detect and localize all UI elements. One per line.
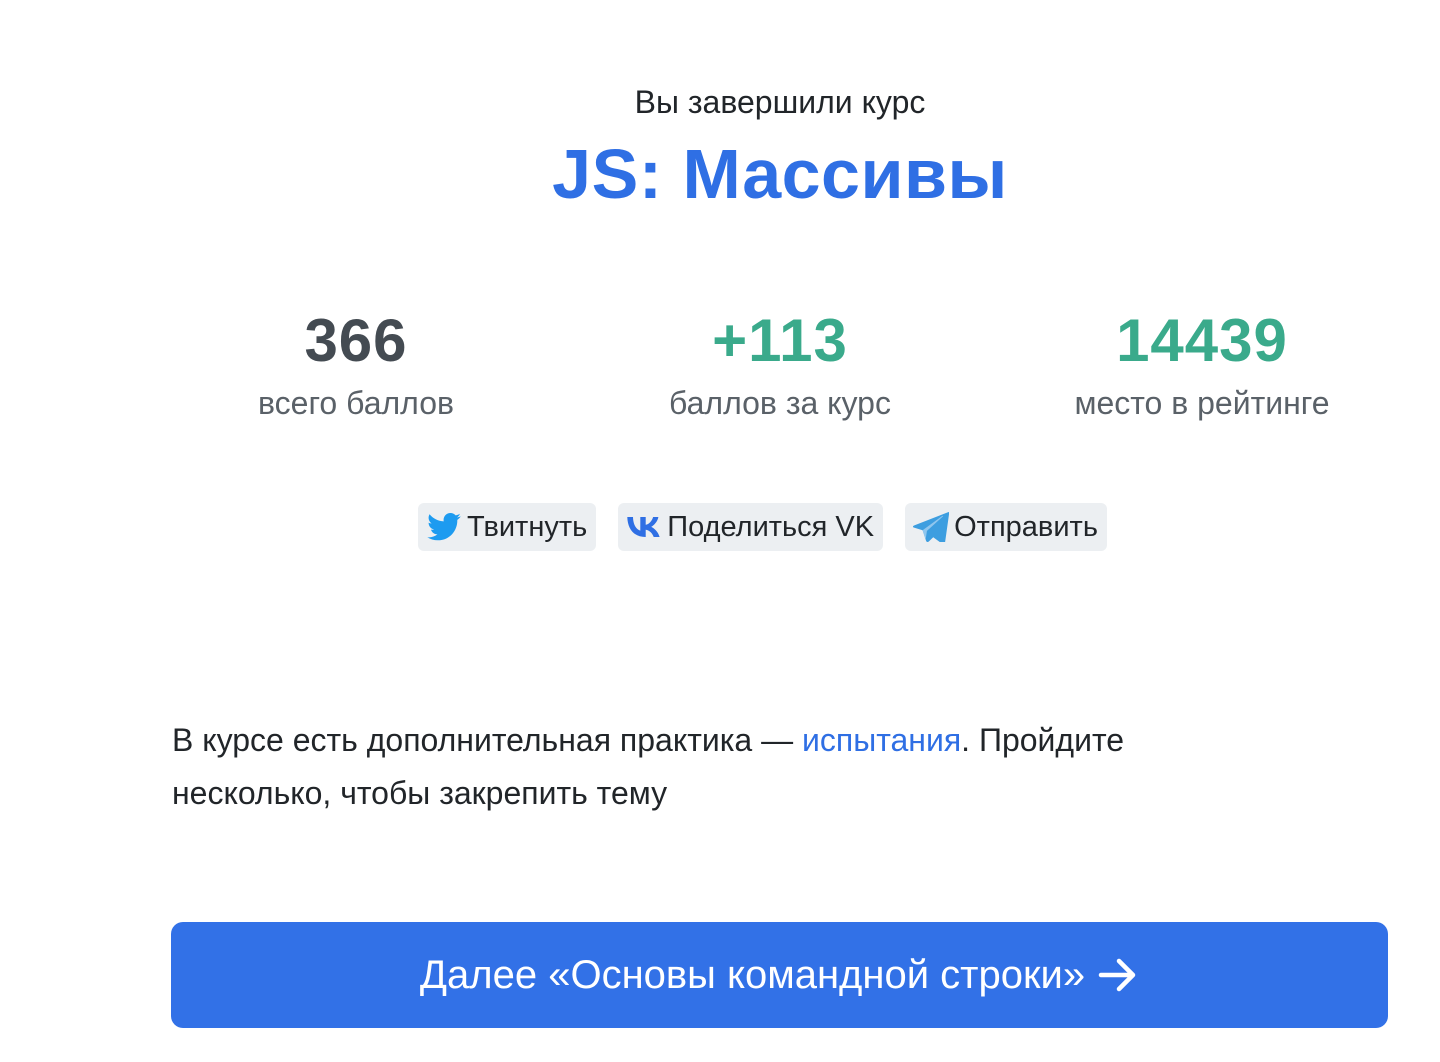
rank-value: 14439 — [1116, 307, 1288, 374]
next-course-button[interactable]: Далее «Основы командной строки» — [171, 922, 1388, 1028]
arrow-right-icon — [1097, 957, 1139, 993]
tweet-button[interactable]: Твитнуть — [418, 503, 597, 551]
share-buttons: Твитнуть Поделиться VK Отправить — [418, 503, 1107, 551]
rank-label: место в рейтинге — [1074, 385, 1330, 421]
course-title: JS: Массивы — [552, 135, 1008, 213]
twitter-bird-icon — [426, 511, 462, 543]
course-points-label: баллов за курс — [669, 385, 891, 421]
send-telegram-label: Отправить — [954, 510, 1098, 543]
total-points-value: 366 — [304, 307, 408, 374]
tweet-label: Твитнуть — [467, 510, 588, 543]
next-course-label: Далее «Основы командной строки» — [419, 952, 1086, 997]
course-complete-page: Вы завершили курс JS: Массивы 366 всего … — [0, 0, 1440, 1062]
stat-rank: 14439 место в рейтинге — [992, 305, 1412, 423]
share-vk-label: Поделиться VK — [667, 510, 875, 543]
send-telegram-button[interactable]: Отправить — [905, 503, 1107, 551]
vk-logo-icon — [626, 511, 662, 543]
course-points-value: +113 — [712, 307, 848, 374]
practice-text-before: В курсе есть дополнительная практика — — [172, 722, 802, 758]
stat-course-points: +113 баллов за курс — [570, 305, 990, 423]
telegram-plane-icon — [913, 511, 950, 543]
total-points-label: всего баллов — [258, 385, 454, 421]
stat-total-points: 366 всего баллов — [146, 305, 566, 423]
share-vk-button[interactable]: Поделиться VK — [618, 503, 884, 551]
practice-info: В курсе есть дополнительная практика — и… — [172, 714, 1292, 820]
challenges-link[interactable]: испытания — [802, 722, 961, 758]
completed-label: Вы завершили курс — [634, 84, 926, 120]
